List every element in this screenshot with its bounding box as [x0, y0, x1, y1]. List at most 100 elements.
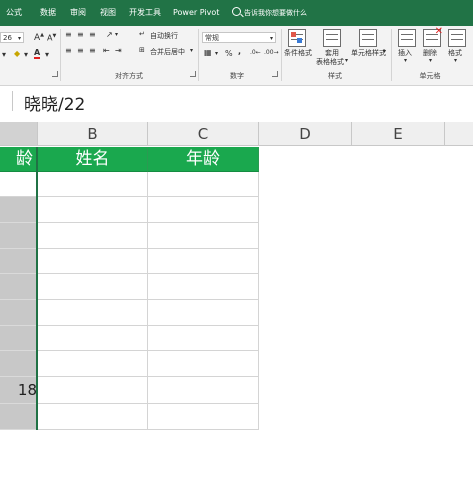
accounting-format-icon[interactable]: ▦: [204, 48, 212, 57]
formula-input[interactable]: 晓晓/22: [24, 90, 85, 115]
cell-b-header[interactable]: 姓名: [38, 147, 148, 172]
tab-developer[interactable]: 开发工具: [129, 0, 161, 26]
font-size-value: 26: [3, 34, 12, 42]
accounting-dropdown-icon[interactable]: ▾: [215, 50, 218, 57]
percent-style-button[interactable]: %: [225, 49, 233, 58]
comma-style-button[interactable]: ,: [238, 47, 241, 56]
cell-c-row4[interactable]: [148, 249, 259, 274]
cell-c-row9[interactable]: [148, 377, 259, 404]
cell-b-row8[interactable]: [38, 351, 148, 377]
ribbon: 26 ▾ A▲ A▼ ▾ ◆ ▾ A ▾ ≡ ≡ ≡ ↗ ▾ ≡ ≡ ≡ ⇤ ⇥ …: [0, 26, 473, 86]
insert-cells-icon[interactable]: [398, 29, 416, 47]
tell-me-search[interactable]: 告诉我你想要做什么: [232, 0, 307, 26]
column-header-b[interactable]: B: [38, 122, 148, 146]
ribbon-tab-strip: 公式 数据 审阅 视图 开发工具 Power Pivot 告诉我你想要做什么: [0, 0, 473, 26]
tab-formulas[interactable]: 公式: [6, 0, 22, 26]
cell-a-row7[interactable]: [0, 326, 38, 351]
cell-a-row5[interactable]: [0, 274, 38, 300]
align-top-icon[interactable]: ≡: [65, 30, 72, 39]
cell-c-row8[interactable]: [148, 351, 259, 377]
cell-a-row9[interactable]: 18: [0, 377, 38, 404]
number-format-box[interactable]: 常规 ▾: [202, 32, 276, 43]
format-as-table-icon[interactable]: [323, 29, 341, 47]
align-left-icon[interactable]: ≡: [65, 46, 72, 55]
tab-view[interactable]: 视图: [100, 0, 116, 26]
cell-c-row6[interactable]: [148, 300, 259, 326]
cell-b-row3[interactable]: [38, 223, 148, 249]
cell-styles-icon[interactable]: [359, 29, 377, 47]
cell-a-row6[interactable]: [0, 300, 38, 326]
delete-cells-icon[interactable]: ✕: [423, 26, 443, 47]
cell-styles-button[interactable]: 单元格样式: [351, 48, 386, 58]
align-bottom-icon[interactable]: ≡: [89, 30, 96, 39]
format-dropdown-icon[interactable]: ▾: [454, 57, 457, 64]
fill-color-icon[interactable]: ◆: [14, 49, 20, 58]
cell-b-row5[interactable]: [38, 274, 148, 300]
font-color-icon[interactable]: A: [34, 48, 41, 59]
merge-dropdown-icon[interactable]: ▾: [190, 47, 193, 54]
cell-c-row5[interactable]: [148, 274, 259, 300]
insert-dropdown-icon[interactable]: ▾: [404, 57, 407, 64]
group-separator: [391, 29, 392, 81]
align-middle-icon[interactable]: ≡: [77, 30, 84, 39]
orientation-icon[interactable]: ↗: [106, 30, 113, 39]
cell-a-row8[interactable]: [0, 351, 38, 377]
cell-c-row2[interactable]: [148, 197, 259, 223]
format-as-table-dropdown-icon[interactable]: ▾: [345, 57, 348, 64]
cell-c-row1[interactable]: [148, 172, 259, 197]
orientation-dropdown-icon[interactable]: ▾: [115, 31, 118, 38]
tab-power-pivot[interactable]: Power Pivot: [173, 0, 219, 26]
column-header-a[interactable]: [0, 122, 38, 146]
wrap-text-button[interactable]: 自动换行: [150, 31, 178, 41]
cell-a-row3[interactable]: [0, 223, 38, 249]
cell-a-row2[interactable]: [0, 197, 38, 223]
cell-c-row10[interactable]: [148, 404, 259, 430]
alignment-dialog-launcher-icon[interactable]: [190, 71, 196, 77]
increase-font-button[interactable]: A▲: [34, 32, 44, 43]
decrease-font-button[interactable]: A▼: [47, 33, 56, 43]
cell-b-row4[interactable]: [38, 249, 148, 274]
delete-dropdown-icon[interactable]: ▾: [429, 57, 432, 64]
cell-a-row10[interactable]: [0, 404, 38, 430]
group-separator: [281, 29, 282, 81]
font-dialog-launcher-icon[interactable]: [52, 71, 58, 77]
column-header-c[interactable]: C: [148, 122, 259, 146]
cell-styles-dropdown-icon[interactable]: ▾: [383, 48, 386, 55]
cell-b-row7[interactable]: [38, 326, 148, 351]
cell-b-row9[interactable]: [38, 377, 148, 404]
format-cells-icon[interactable]: [448, 29, 466, 47]
increase-decimal-icon[interactable]: .0←: [250, 49, 261, 56]
cell-a-row1[interactable]: [0, 172, 38, 197]
border-icon[interactable]: ▾: [2, 50, 6, 59]
cell-c-header[interactable]: 年龄: [148, 147, 259, 172]
column-header-d[interactable]: D: [259, 122, 352, 146]
decrease-indent-icon[interactable]: ⇤: [103, 46, 110, 55]
conditional-formatting-icon[interactable]: [288, 29, 306, 47]
conditional-formatting-button[interactable]: 条件格式: [284, 48, 312, 58]
number-dialog-launcher-icon[interactable]: [272, 71, 278, 77]
cell-b-row6[interactable]: [38, 300, 148, 326]
cell-c-row7[interactable]: [148, 326, 259, 351]
tab-data[interactable]: 数据: [40, 0, 56, 26]
align-right-icon[interactable]: ≡: [89, 46, 96, 55]
merge-center-button[interactable]: 合并后居中: [150, 47, 185, 57]
align-center-icon[interactable]: ≡: [77, 46, 84, 55]
cell-a-header[interactable]: 龄: [0, 147, 38, 172]
decrease-decimal-icon[interactable]: .00→: [264, 49, 279, 56]
increase-indent-icon[interactable]: ⇥: [115, 46, 122, 55]
tab-review[interactable]: 审阅: [70, 0, 86, 26]
cell-a-row4[interactable]: [0, 249, 38, 274]
font-size-box[interactable]: 26 ▾: [0, 32, 24, 43]
alignment-group-label: 对齐方式: [115, 72, 143, 80]
format-as-table-button-line2[interactable]: 表格格式: [316, 57, 344, 67]
cell-c-row3[interactable]: [148, 223, 259, 249]
fill-color-dropdown-icon[interactable]: ▾: [24, 50, 28, 59]
number-format-value: 常规: [205, 34, 219, 42]
font-color-dropdown-icon[interactable]: ▾: [45, 50, 49, 59]
merge-center-icon: ⊞: [139, 46, 145, 54]
cell-b-row10[interactable]: [38, 404, 148, 430]
column-header-f[interactable]: [445, 122, 473, 146]
cell-b-row1[interactable]: [38, 172, 148, 197]
column-header-e[interactable]: E: [352, 122, 445, 146]
cell-b-row2[interactable]: [38, 197, 148, 223]
